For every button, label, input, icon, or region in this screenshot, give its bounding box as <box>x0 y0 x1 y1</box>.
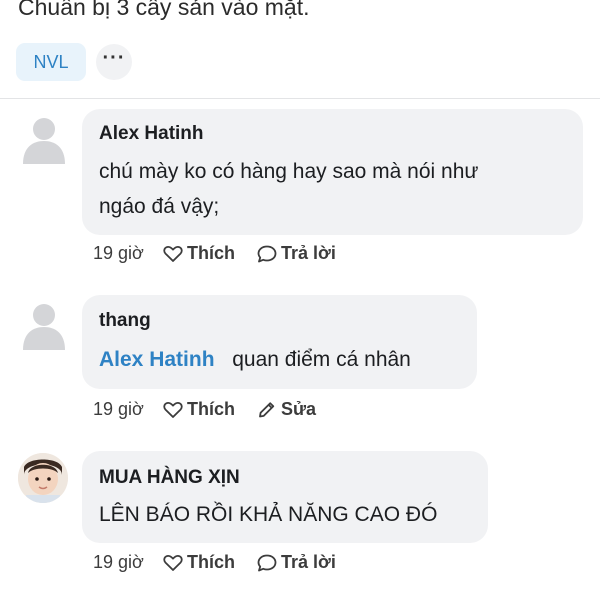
comment-time: 19 giờ <box>93 399 144 419</box>
comment-actions: 19 giờ Thích Trả lời <box>93 243 393 267</box>
like-label: Thích <box>187 399 235 419</box>
comment-bubble: thang Alex Hatinh quan điểm cá nhân <box>82 295 477 389</box>
comment-actions: 19 giờ Thích Trả lời <box>93 552 393 576</box>
comment-time: 19 giờ <box>93 552 144 572</box>
comment-text: LÊN BÁO RỒI KHẢ NĂNG CAO ĐÓ <box>99 503 438 526</box>
comment-author[interactable]: MUA HÀNG XỊN <box>99 467 240 489</box>
comment-time: 19 giờ <box>93 243 144 263</box>
comment-bubble: Alex Hatinh chú mày ko có hàng hay sao m… <box>82 109 583 235</box>
comment-actions: 19 giờ Thích Sửa <box>93 399 393 423</box>
mention-link[interactable]: Alex Hatinh <box>99 348 215 371</box>
more-options-button[interactable]: ··· <box>96 44 132 80</box>
comment-text-line: ngáo đá vậy; <box>99 195 220 218</box>
heart-icon <box>163 555 183 571</box>
default-avatar-icon[interactable] <box>21 300 67 350</box>
child-photo-avatar[interactable] <box>18 453 68 503</box>
reply-label: Trả lời <box>281 552 336 572</box>
comment-thread: Chuẩn bị 3 cây sản vào mặt. NVL ··· Alex… <box>0 0 600 600</box>
reply-bubble-icon <box>257 554 277 572</box>
divider <box>0 98 600 99</box>
comment-text-line: chú mày ko có hàng hay sao mà nói như <box>99 160 479 183</box>
comment-bubble: MUA HÀNG XỊN LÊN BÁO RỒI KHẢ NĂNG CAO ĐÓ <box>82 451 488 543</box>
reply-label: Trả lời <box>281 243 336 263</box>
pencil-icon <box>259 402 275 418</box>
heart-icon <box>163 402 183 418</box>
comment-text: Alex Hatinh quan điểm cá nhân <box>99 344 411 376</box>
like-label: Thích <box>187 552 235 572</box>
comment-body: quan điểm cá nhân <box>232 348 411 371</box>
post-text: Chuẩn bị 3 cây sản vào mặt. <box>18 0 310 20</box>
comment-author[interactable]: thang <box>99 310 151 332</box>
heart-icon <box>163 246 183 262</box>
like-label: Thích <box>187 243 235 263</box>
tag-nvl[interactable]: NVL <box>16 43 86 81</box>
edit-label: Sửa <box>281 399 317 419</box>
reply-bubble-icon <box>257 245 277 263</box>
comment-author[interactable]: Alex Hatinh <box>99 123 204 145</box>
default-avatar-icon[interactable] <box>21 114 67 164</box>
